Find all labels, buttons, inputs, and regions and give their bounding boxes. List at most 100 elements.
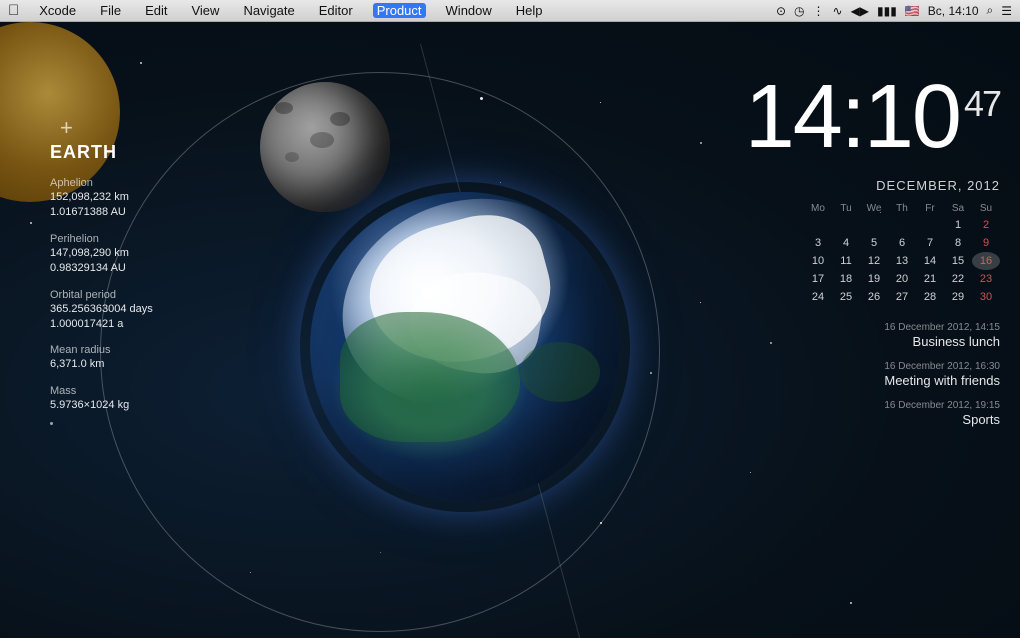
- menu-product[interactable]: Product: [373, 3, 426, 18]
- cal-day-19[interactable]: 19: [860, 270, 888, 288]
- perihelion-label: Perihelion: [50, 233, 153, 245]
- event-2-title: Meeting with friends: [745, 373, 1000, 388]
- cal-day-8[interactable]: 8: [944, 234, 972, 252]
- menu-help[interactable]: Help: [512, 3, 547, 18]
- star: [700, 302, 701, 303]
- cal-day-15[interactable]: 15: [944, 252, 972, 270]
- event-3: 16 December 2012, 19:15 Sports: [745, 400, 1000, 427]
- orbital-block: Orbital period 365.256363004 days 1.0000…: [50, 289, 153, 333]
- clock-seconds: 47: [964, 86, 1000, 122]
- cal-day-27[interactable]: 27: [888, 288, 916, 306]
- calendar: DECEMBER, 2012 Mo Tu We Th Fr Sa Su 1 2: [745, 178, 1000, 306]
- earth-title: EARTH: [50, 142, 153, 163]
- cal-day-24[interactable]: 24: [804, 288, 832, 306]
- aphelion-label: Aphelion: [50, 177, 153, 189]
- cal-day-empty: [860, 216, 888, 234]
- cal-day-7[interactable]: 7: [916, 234, 944, 252]
- star: [140, 62, 142, 64]
- cal-day-10[interactable]: 10: [804, 252, 832, 270]
- cal-day-17[interactable]: 17: [804, 270, 832, 288]
- event-3-datetime: 16 December 2012, 19:15: [745, 400, 1000, 411]
- mass-block: Mass 5.9736×1024 kg: [50, 385, 153, 413]
- cal-header-we: We: [860, 201, 888, 216]
- event-1-datetime: 16 December 2012, 14:15: [745, 322, 1000, 333]
- aphelion-au: 1.01671388 AU: [50, 205, 153, 220]
- perihelion-km: 147,098,290 km: [50, 246, 153, 261]
- cal-header-fr: Fr: [916, 201, 944, 216]
- cal-day-5[interactable]: 5: [860, 234, 888, 252]
- cal-header-mo: Mo: [804, 201, 832, 216]
- cal-day-30[interactable]: 30: [972, 288, 1000, 306]
- cal-day-empty: [916, 216, 944, 234]
- status-battery: ▮▮▮: [877, 4, 897, 18]
- cal-day-3[interactable]: 3: [804, 234, 832, 252]
- cal-header-su: Su: [972, 201, 1000, 216]
- status-flag: 🇺🇸: [905, 4, 920, 18]
- earth-planet: [310, 192, 620, 502]
- apple-menu[interactable]: : [8, 2, 19, 19]
- cal-day-18[interactable]: 18: [832, 270, 860, 288]
- cal-day-21[interactable]: 21: [916, 270, 944, 288]
- orbital-label: Orbital period: [50, 289, 153, 301]
- status-time: Bc, 14:10: [928, 4, 979, 18]
- perihelion-au: 0.98329134 AU: [50, 261, 153, 276]
- cal-day-2[interactable]: 2: [972, 216, 1000, 234]
- status-icon-2: ◷: [794, 4, 804, 18]
- menubar:  Xcode File Edit View Navigate Editor P…: [0, 0, 1020, 22]
- menu-file[interactable]: File: [96, 3, 125, 18]
- cal-day-empty: [888, 216, 916, 234]
- menu-xcode[interactable]: Xcode: [35, 3, 80, 18]
- plus-icon[interactable]: +: [60, 117, 73, 139]
- cal-header-tu: Tu: [832, 201, 860, 216]
- status-icon-1: ⊙: [776, 4, 786, 18]
- clock-hours-minutes: 14:10: [745, 72, 960, 162]
- star: [750, 472, 751, 473]
- perihelion-block: Perihelion 147,098,290 km 0.98329134 AU: [50, 233, 153, 277]
- menu-view[interactable]: View: [187, 3, 223, 18]
- menubar-status: ⊙ ◷ ⋮ ∿ ◀▶ ▮▮▮ 🇺🇸 Bc, 14:10 ⌕ ☰: [776, 3, 1012, 18]
- star: [700, 142, 702, 144]
- status-search[interactable]: ⌕: [987, 3, 994, 18]
- cal-day-23[interactable]: 23: [972, 270, 1000, 288]
- cal-day-25[interactable]: 25: [832, 288, 860, 306]
- cal-day-12[interactable]: 12: [860, 252, 888, 270]
- star: [850, 602, 852, 604]
- orbital-days: 365.256363004 days: [50, 302, 153, 317]
- cal-day-16-today[interactable]: 16: [972, 252, 1000, 270]
- clock-time: 14:1047: [745, 72, 1000, 162]
- aphelion-km: 152,098,232 km: [50, 190, 153, 205]
- cal-day-4[interactable]: 4: [832, 234, 860, 252]
- cal-header-sa: Sa: [944, 201, 972, 216]
- event-3-title: Sports: [745, 412, 1000, 427]
- cal-day-13[interactable]: 13: [888, 252, 916, 270]
- calendar-grid: Mo Tu We Th Fr Sa Su 1 2 3 4 5 6: [745, 201, 1000, 306]
- cal-day-20[interactable]: 20: [888, 270, 916, 288]
- cal-header-th: Th: [888, 201, 916, 216]
- cal-day-1[interactable]: 1: [944, 216, 972, 234]
- cal-day-6[interactable]: 6: [888, 234, 916, 252]
- cal-day-9[interactable]: 9: [972, 234, 1000, 252]
- event-1-title: Business lunch: [745, 334, 1000, 349]
- cal-day-11[interactable]: 11: [832, 252, 860, 270]
- cal-day-14[interactable]: 14: [916, 252, 944, 270]
- cal-day-22[interactable]: 22: [944, 270, 972, 288]
- cal-day-29[interactable]: 29: [944, 288, 972, 306]
- menu-edit[interactable]: Edit: [141, 3, 171, 18]
- cal-day-empty: [804, 216, 832, 234]
- menu-navigate[interactable]: Navigate: [239, 3, 298, 18]
- cal-day-28[interactable]: 28: [916, 288, 944, 306]
- earth-info-panel: EARTH Aphelion 152,098,232 km 1.01671388…: [50, 142, 153, 425]
- status-menu[interactable]: ☰: [1001, 4, 1012, 18]
- radius-block: Mean radius 6,371.0 km: [50, 344, 153, 372]
- status-bluetooth: ⋮: [813, 4, 825, 18]
- radius-km: 6,371.0 km: [50, 357, 153, 372]
- moon: [260, 82, 390, 212]
- cal-day-26[interactable]: 26: [860, 288, 888, 306]
- menu-window[interactable]: Window: [442, 3, 496, 18]
- status-volume: ◀▶: [851, 4, 869, 18]
- menu-editor[interactable]: Editor: [315, 3, 357, 18]
- cal-day-empty: [832, 216, 860, 234]
- clock-panel: 14:1047 DECEMBER, 2012 Mo Tu We Th Fr Sa…: [745, 72, 1000, 439]
- event-2-datetime: 16 December 2012, 16:30: [745, 361, 1000, 372]
- event-1: 16 December 2012, 14:15 Business lunch: [745, 322, 1000, 349]
